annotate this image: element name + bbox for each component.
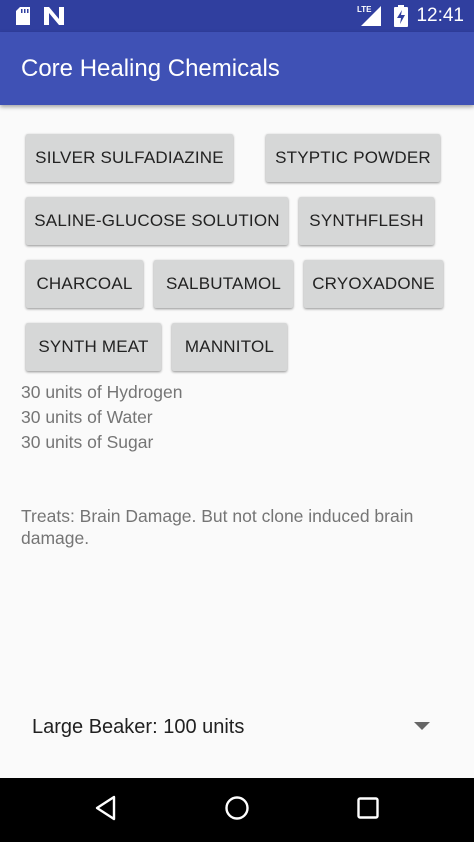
back-icon	[94, 795, 118, 826]
beaker-size-selected: Large Beaker: 100 units	[32, 716, 245, 738]
chemical-button-charcoal[interactable]: CHARCOAL	[26, 260, 143, 308]
status-bar: LTE 12:41	[0, 0, 474, 32]
chemical-button-silver-sulfadiazine[interactable]: SILVER SULFADIAZINE	[26, 134, 233, 182]
home-button[interactable]	[213, 786, 261, 834]
dropdown-arrow-icon	[414, 722, 430, 730]
recents-button[interactable]	[344, 786, 392, 834]
chemical-button-synthflesh[interactable]: SYNTHFLESH	[299, 197, 434, 245]
chemical-button-cryoxadone[interactable]: CRYOXADONE	[304, 260, 443, 308]
chemical-button-styptic-powder[interactable]: STYPTIC POWDER	[266, 134, 440, 182]
app-bar: Core Healing Chemicals	[0, 32, 474, 105]
treats-description: Treats: Brain Damage. But not clone indu…	[21, 506, 414, 548]
chemical-button-salbutamol[interactable]: SALBUTAMOL	[154, 260, 293, 308]
recipe-item: 30 units of Sugar	[21, 432, 154, 452]
recipe-item: 30 units of Hydrogen	[21, 382, 183, 402]
page-title: Core Healing Chemicals	[21, 55, 280, 82]
battery-charging-icon	[394, 5, 408, 32]
beaker-size-dropdown[interactable]: Large Beaker: 100 units	[20, 700, 454, 754]
n-notification-icon	[44, 7, 64, 30]
sd-card-icon	[16, 7, 30, 30]
home-icon	[224, 795, 250, 826]
chemical-button-saline-glucose-solution[interactable]: SALINE-GLUCOSE SOLUTION	[26, 197, 288, 245]
chemical-button-mannitol[interactable]: MANNITOL	[172, 323, 287, 371]
recipe-item: 30 units of Water	[21, 407, 153, 427]
clock: 12:41	[416, 5, 464, 26]
navigation-bar	[0, 778, 474, 842]
back-button[interactable]	[82, 786, 130, 834]
recipe-list: 30 units of Hydrogen 30 units of Water 3…	[21, 380, 183, 455]
chemical-button-synth-meat[interactable]: SYNTH MEAT	[26, 323, 161, 371]
lte-signal-icon: LTE	[357, 5, 385, 32]
recents-icon	[356, 796, 380, 825]
